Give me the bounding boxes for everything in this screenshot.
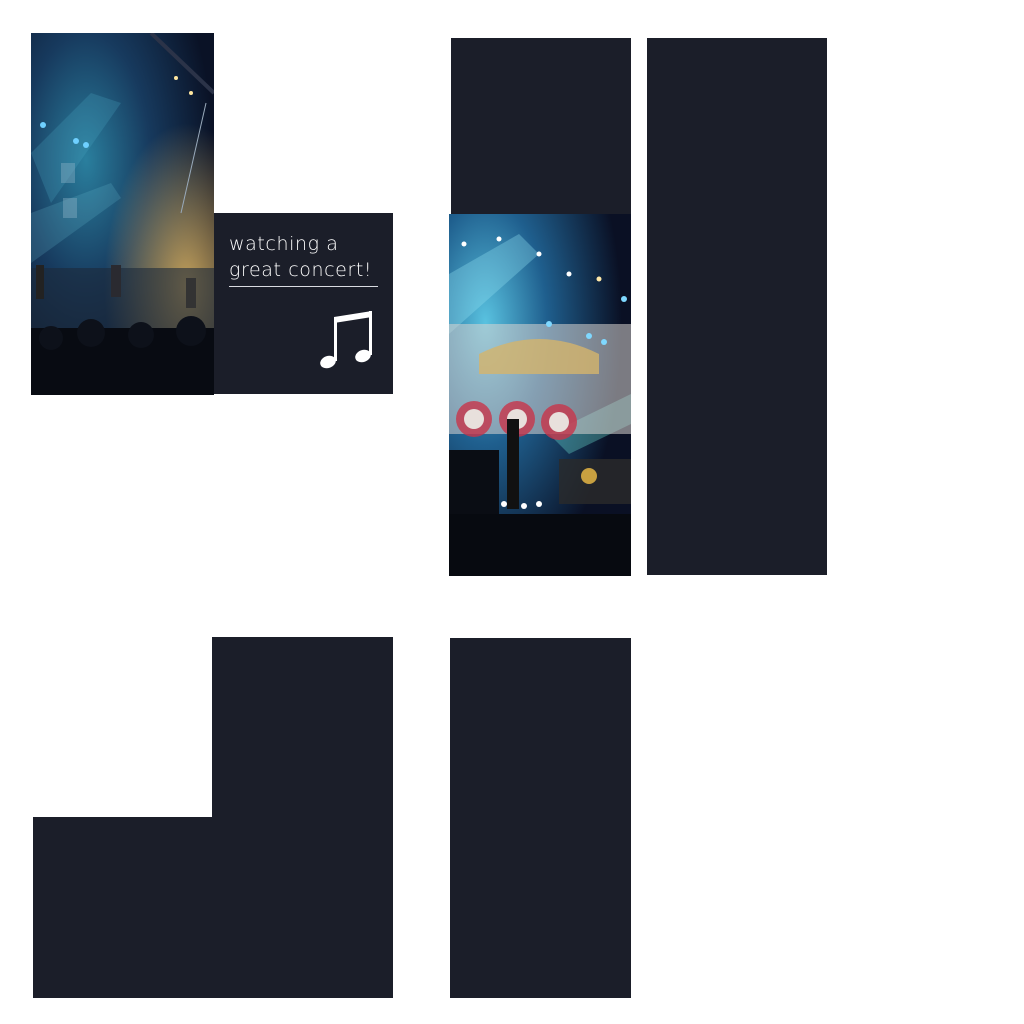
concert-photo-center — [449, 214, 631, 576]
empty-tile-bottom-center — [450, 638, 631, 998]
caption-panel: watching a great concert! — [214, 213, 393, 394]
empty-tile-bottom-left-upper — [212, 637, 393, 998]
caption-text: watching a great concert! — [229, 233, 373, 281]
music-note-icon — [320, 311, 372, 369]
empty-tile-right-tall — [647, 38, 827, 575]
concert-photo-left — [31, 33, 214, 395]
empty-tile-top-center — [451, 38, 631, 214]
caption-divider — [229, 286, 378, 287]
empty-tile-bottom-left-lower — [33, 817, 214, 998]
